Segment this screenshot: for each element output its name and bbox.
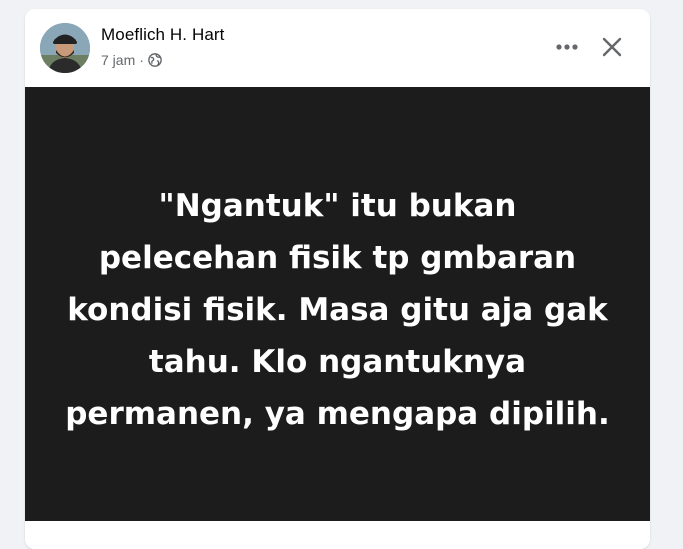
post-footer [25, 521, 650, 549]
author-name[interactable]: Moeflich H. Hart [101, 25, 224, 45]
close-icon [602, 37, 622, 57]
more-options-button[interactable] [549, 35, 585, 59]
person-avatar-icon [40, 23, 90, 73]
close-button[interactable] [597, 32, 627, 62]
globe-icon[interactable] [148, 53, 162, 67]
author-avatar[interactable] [40, 23, 90, 73]
post-time[interactable]: 7 jam [101, 52, 135, 68]
more-horizontal-icon [556, 44, 578, 50]
post-card: Moeflich H. Hart 7 jam · "Ngantuk" itu b… [25, 9, 650, 549]
post-meta: 7 jam · [101, 52, 162, 68]
post-media[interactable]: "Ngantuk" itu bukan pelecehan fisik tp g… [25, 87, 650, 521]
post-text: "Ngantuk" itu bukan pelecehan fisik tp g… [65, 188, 610, 432]
post-header: Moeflich H. Hart 7 jam · [25, 9, 650, 87]
meta-separator: · [139, 52, 144, 68]
